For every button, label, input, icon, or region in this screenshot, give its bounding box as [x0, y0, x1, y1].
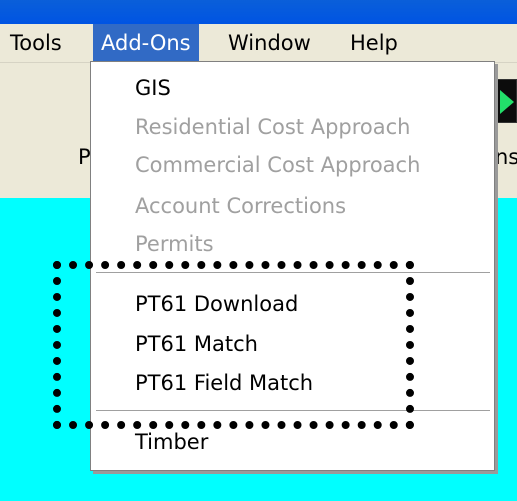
menu-add-ons[interactable]: Add-Ons — [93, 24, 199, 62]
menu-item-commercial-cost-approach[interactable]: Commercial Cost Approach — [135, 151, 420, 179]
menu-item-account-corrections[interactable]: Account Corrections — [135, 192, 346, 220]
menu-item-permits[interactable]: Permits — [135, 230, 214, 258]
menu-help[interactable]: Help — [342, 24, 406, 62]
menu-item-timber[interactable]: Timber — [135, 428, 208, 456]
menu-window[interactable]: Window — [220, 24, 319, 62]
title-bar — [0, 0, 517, 24]
menu-item-residential-cost-approach[interactable]: Residential Cost Approach — [135, 113, 410, 141]
menu-item-gis[interactable]: GIS — [135, 74, 171, 102]
menu-tools[interactable]: Tools — [2, 24, 70, 62]
dotted-highlight-box — [53, 261, 414, 429]
toolbar-button-label-fragment[interactable]: P — [78, 145, 91, 169]
play-icon[interactable] — [493, 79, 517, 123]
toolbar-button-label-fragment-right[interactable]: ns — [495, 145, 517, 169]
menu-bar: Tools Add-Ons Window Help — [0, 24, 517, 63]
